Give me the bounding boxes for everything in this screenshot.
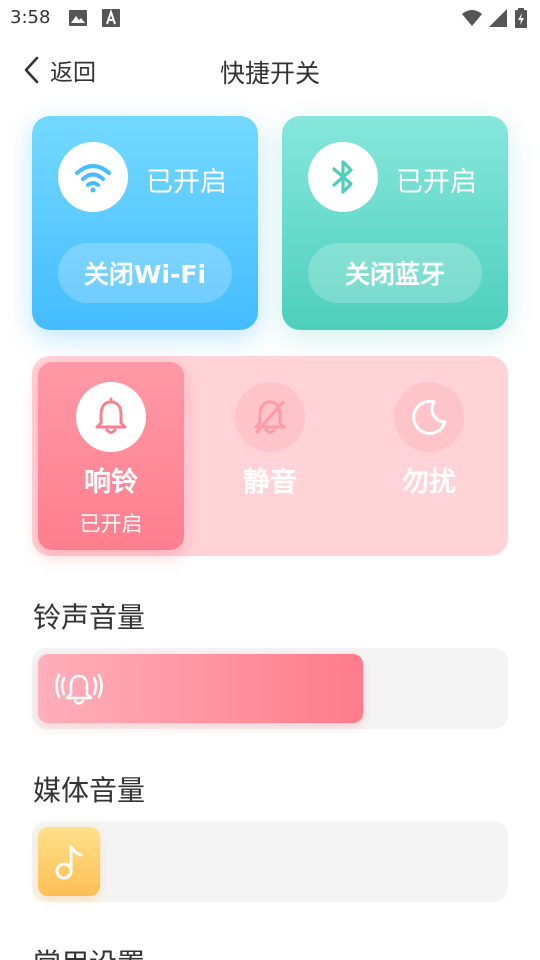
a-notification-icon: [102, 8, 120, 27]
status-time: 3:58: [10, 7, 51, 28]
ring-mode-status: 已开启: [79, 512, 143, 536]
ring-mode-label: 响铃: [84, 467, 138, 498]
bluetooth-toggle-button[interactable]: 关闭蓝牙: [308, 243, 482, 303]
bell-icon-circle: [76, 382, 146, 452]
cell-signal-icon: [489, 9, 507, 27]
wifi-status: 已开启: [146, 167, 227, 198]
ring-mode-dnd[interactable]: 勿扰: [356, 362, 502, 550]
ringing-bell-icon: [55, 673, 103, 705]
moon-icon-circle: [394, 382, 464, 452]
ring-mode-panel: 响铃 已开启 静音 勿扰: [32, 356, 508, 556]
bluetooth-card[interactable]: 已开启 关闭蓝牙: [282, 116, 508, 330]
media-volume-fill[interactable]: [38, 827, 100, 896]
common-settings-title: 常用设置: [33, 942, 145, 960]
battery-icon: [515, 8, 527, 28]
bell-off-icon-circle: [235, 382, 305, 452]
bluetooth-icon-circle: [308, 142, 378, 212]
wifi-icon: [75, 164, 111, 193]
header: 返回 快捷开关: [0, 40, 540, 100]
ringtone-volume-title: 铃声音量: [33, 601, 146, 634]
image-icon: [69, 10, 87, 26]
ringtone-volume-fill[interactable]: [38, 654, 363, 723]
wifi-icon-circle: [58, 142, 128, 212]
bluetooth-icon: [332, 160, 353, 194]
status-bar: 3:58: [0, 0, 540, 36]
bell-icon: [95, 397, 127, 434]
ring-mode-silent[interactable]: 静音: [197, 362, 343, 550]
wifi-card[interactable]: 已开启 关闭Wi-Fi: [32, 116, 258, 330]
page-title: 快捷开关: [219, 59, 320, 88]
bluetooth-status: 已开启: [396, 167, 477, 198]
media-volume-title: 媒体音量: [33, 774, 146, 807]
ring-mode-ring[interactable]: 响铃 已开启: [38, 362, 184, 550]
moon-icon: [412, 399, 447, 435]
ringtone-volume-slider[interactable]: [32, 648, 508, 729]
dnd-mode-label: 勿扰: [402, 467, 456, 498]
wifi-toggle-button[interactable]: 关闭Wi-Fi: [58, 243, 232, 303]
wifi-signal-icon: [462, 10, 482, 26]
silent-mode-label: 静音: [243, 467, 297, 498]
music-note-icon: [55, 845, 83, 880]
bell-off-icon: [254, 400, 286, 434]
media-volume-slider[interactable]: [32, 821, 508, 902]
